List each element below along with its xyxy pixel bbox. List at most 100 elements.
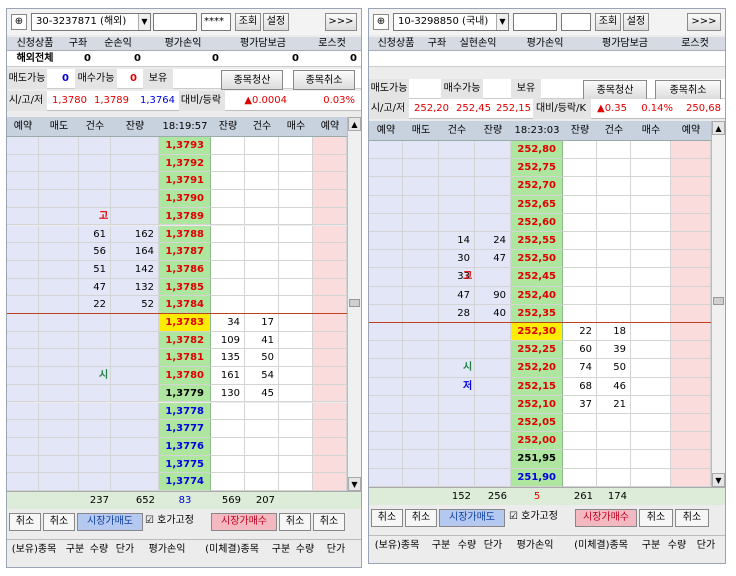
ask-order-cell[interactable]	[39, 154, 79, 173]
price-cell[interactable]: 1,3779	[159, 384, 211, 403]
ask-order-cell[interactable]	[39, 172, 79, 191]
price-cell[interactable]: 252,60	[511, 213, 563, 232]
checkbox-icon[interactable]: ☑	[509, 511, 518, 522]
ask-order-cell[interactable]	[403, 232, 439, 251]
cancel-button[interactable]: 취소	[371, 509, 403, 527]
cancel-button[interactable]: 취소	[675, 509, 709, 527]
chevron-down-icon[interactable]: ▼	[138, 14, 150, 30]
ask-order-cell[interactable]	[403, 250, 439, 269]
price-cell[interactable]: 1,3789	[159, 207, 211, 226]
bid-order-cell[interactable]	[279, 172, 313, 191]
price-cell[interactable]: 252,30	[511, 323, 563, 342]
price-cell[interactable]: 1,3793	[159, 137, 211, 155]
ask-order-cell[interactable]	[39, 278, 79, 297]
bid-order-cell[interactable]	[279, 420, 313, 438]
ask-order-cell[interactable]	[403, 268, 439, 287]
price-cell[interactable]: 1,3783	[159, 314, 211, 332]
price-cell[interactable]: 252,45	[511, 268, 563, 287]
bid-order-cell[interactable]	[279, 225, 313, 244]
price-cell[interactable]: 252,20	[511, 359, 563, 378]
bid-order-cell[interactable]	[631, 395, 671, 414]
bid-order-cell[interactable]	[631, 213, 671, 232]
bid-order-cell[interactable]	[631, 159, 671, 178]
ask-order-cell[interactable]	[39, 349, 79, 368]
bid-order-cell[interactable]	[631, 468, 671, 487]
price-cell[interactable]: 252,40	[511, 286, 563, 305]
account-select[interactable]: 30-3237871 (해외) ▼	[31, 13, 151, 31]
bid-order-cell[interactable]	[279, 349, 313, 368]
scroll-down-icon[interactable]: ▼	[348, 477, 361, 491]
cancel-orders-button[interactable]: 종목취소	[293, 70, 355, 90]
bid-order-cell[interactable]	[279, 331, 313, 350]
bid-order-cell[interactable]	[279, 137, 313, 155]
bid-order-cell[interactable]	[631, 323, 671, 342]
bid-order-cell[interactable]	[279, 455, 313, 474]
bid-order-cell[interactable]	[279, 278, 313, 297]
price-cell[interactable]: 1,3784	[159, 296, 211, 314]
ask-order-cell[interactable]	[39, 243, 79, 261]
price-cell[interactable]: 252,15	[511, 377, 563, 396]
bid-order-cell[interactable]	[631, 304, 671, 323]
price-cell[interactable]: 252,35	[511, 304, 563, 323]
bid-order-cell[interactable]	[279, 402, 313, 421]
bid-order-cell[interactable]	[631, 268, 671, 287]
ask-order-cell[interactable]	[403, 468, 439, 487]
cancel-button[interactable]: 취소	[9, 513, 41, 531]
price-cell[interactable]: 1,3778	[159, 402, 211, 421]
expand-button[interactable]: >>>	[687, 13, 721, 31]
ask-order-cell[interactable]	[403, 304, 439, 323]
price-cell[interactable]: 1,3785	[159, 278, 211, 297]
expand-button[interactable]: >>>	[325, 13, 357, 31]
ask-order-cell[interactable]	[39, 420, 79, 438]
ask-order-cell[interactable]	[39, 455, 79, 474]
bid-order-cell[interactable]	[631, 232, 671, 251]
price-cell[interactable]: 1,3780	[159, 367, 211, 385]
price-cell[interactable]: 1,3787	[159, 243, 211, 261]
bid-order-cell[interactable]	[631, 341, 671, 360]
ask-order-cell[interactable]	[403, 213, 439, 232]
ask-order-cell[interactable]	[39, 225, 79, 244]
bid-order-cell[interactable]	[631, 286, 671, 305]
password-field[interactable]: ****	[201, 13, 231, 31]
bid-order-cell[interactable]	[631, 141, 671, 160]
ask-order-cell[interactable]	[39, 296, 79, 314]
bid-order-cell[interactable]	[279, 384, 313, 403]
price-cell[interactable]: 1,3774	[159, 473, 211, 491]
ask-order-cell[interactable]	[39, 402, 79, 421]
extra-input[interactable]	[153, 13, 197, 31]
price-cell[interactable]: 252,05	[511, 414, 563, 433]
bid-order-cell[interactable]	[631, 432, 671, 451]
price-cell[interactable]: 1,3782	[159, 331, 211, 350]
ask-order-cell[interactable]	[39, 190, 79, 208]
cancel-button[interactable]: 취소	[43, 513, 75, 531]
scroll-up-icon[interactable]: ▲	[348, 117, 361, 131]
extra-input[interactable]	[513, 13, 557, 31]
price-cell[interactable]: 252,25	[511, 341, 563, 360]
scroll-thumb[interactable]	[349, 299, 360, 307]
cancel-button[interactable]: 취소	[405, 509, 437, 527]
price-cell[interactable]: 252,75	[511, 159, 563, 178]
bid-order-cell[interactable]	[631, 359, 671, 378]
price-cell[interactable]: 252,65	[511, 195, 563, 214]
pin-icon[interactable]: ⊕	[373, 14, 389, 30]
market-sell-button[interactable]: 시장가매도	[439, 509, 505, 527]
price-cell[interactable]: 252,55	[511, 232, 563, 251]
ask-order-cell[interactable]	[403, 195, 439, 214]
ask-order-cell[interactable]	[39, 260, 79, 279]
ask-order-cell[interactable]	[403, 395, 439, 414]
price-cell[interactable]: 252,50	[511, 250, 563, 269]
ask-order-cell[interactable]	[39, 207, 79, 226]
settings-button[interactable]: 설정	[623, 13, 649, 31]
ask-order-cell[interactable]	[39, 367, 79, 385]
ask-order-cell[interactable]	[39, 314, 79, 332]
cancel-orders-button[interactable]: 종목취소	[655, 80, 721, 100]
bid-order-cell[interactable]	[631, 414, 671, 433]
bid-order-cell[interactable]	[631, 450, 671, 469]
ask-order-cell[interactable]	[403, 286, 439, 305]
orderbook-scrollbar[interactable]: ▲ ▼	[347, 117, 361, 491]
bid-order-cell[interactable]	[279, 296, 313, 314]
close-position-button[interactable]: 종목청산	[583, 80, 647, 100]
bid-order-cell[interactable]	[631, 377, 671, 396]
price-cell[interactable]: 252,00	[511, 432, 563, 451]
ask-order-cell[interactable]	[39, 384, 79, 403]
